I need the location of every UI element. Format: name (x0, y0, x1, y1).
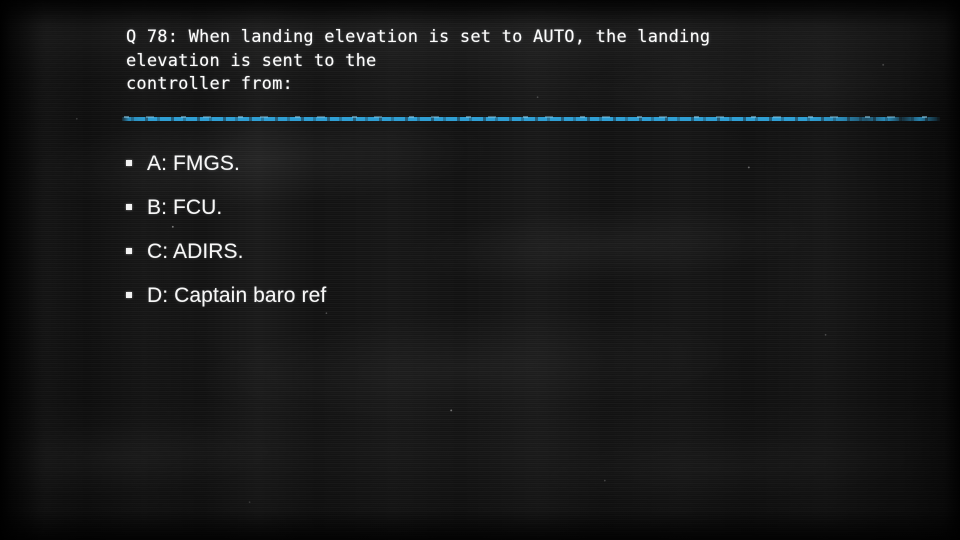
chalkboard-slide: Q 78: When landing elevation is set to A… (0, 0, 960, 540)
option-label: A: FMGS. (147, 152, 240, 175)
divider-chalk-fleck (124, 116, 934, 118)
square-bullet-icon (126, 292, 132, 298)
option-label: D: Captain baro ref (147, 284, 327, 307)
option-label: C: ADIRS. (147, 240, 244, 263)
answer-options-list: A: FMGS. B: FCU. C: ADIRS. D: Captain ba… (126, 152, 326, 328)
list-item[interactable]: C: ADIRS. (126, 240, 326, 284)
list-item[interactable]: B: FCU. (126, 196, 326, 240)
option-label: B: FCU. (147, 196, 223, 219)
question-heading: Q 78: When landing elevation is set to A… (126, 27, 711, 94)
square-bullet-icon (126, 204, 132, 210)
square-bullet-icon (126, 248, 132, 254)
list-item[interactable]: A: FMGS. (126, 152, 326, 196)
blue-chalk-divider (122, 116, 940, 122)
list-item[interactable]: D: Captain baro ref (126, 284, 326, 328)
square-bullet-icon (126, 160, 132, 166)
